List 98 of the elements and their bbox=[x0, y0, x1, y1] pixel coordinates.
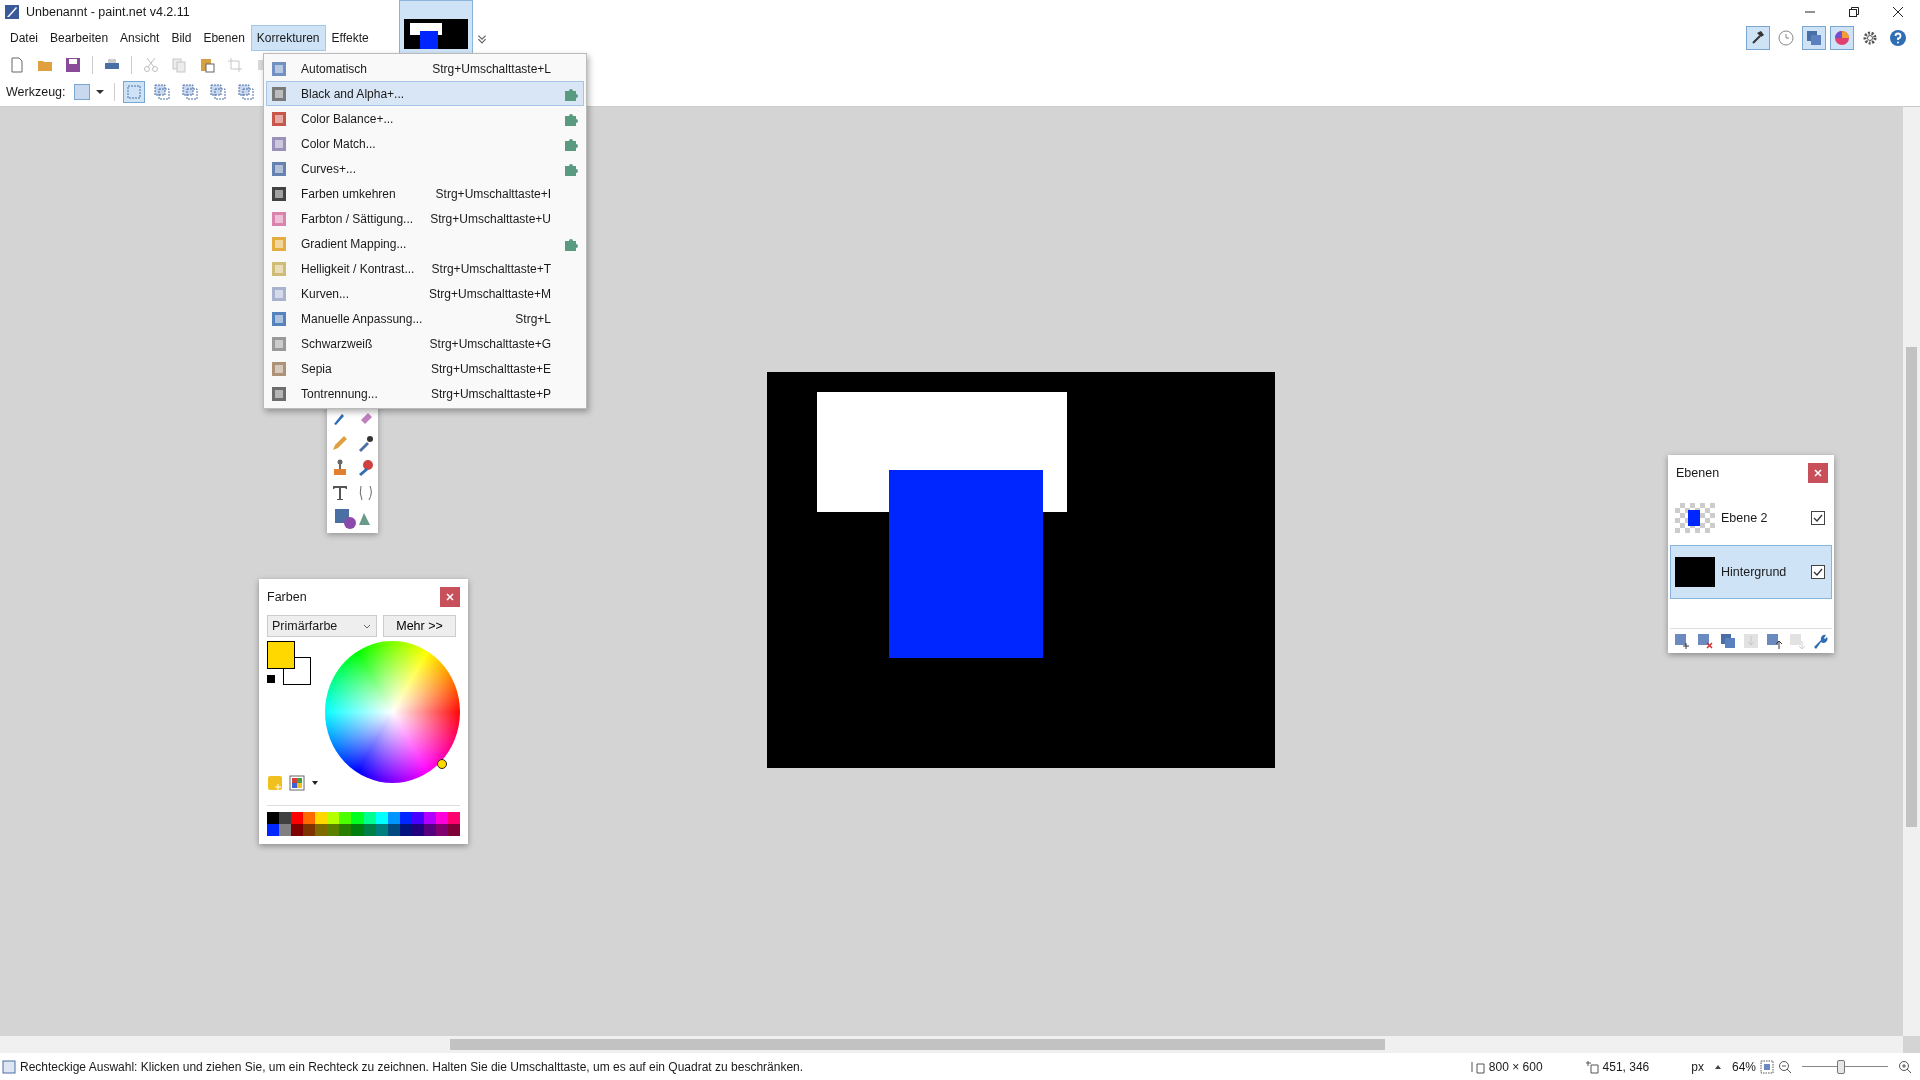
tool-dropdown[interactable] bbox=[71, 82, 106, 102]
menu-entry[interactable]: Color Balance+... bbox=[266, 106, 584, 131]
adjustment-icon bbox=[271, 360, 287, 377]
visibility-checkbox[interactable] bbox=[1811, 565, 1825, 579]
palette-swatch[interactable] bbox=[279, 812, 292, 824]
layer-row[interactable]: Hintergrund bbox=[1670, 545, 1832, 599]
selection-icon bbox=[2, 1059, 16, 1074]
palette-icon[interactable] bbox=[289, 775, 305, 791]
menu-entry[interactable]: Farben umkehren Strg+Umschalttaste+I bbox=[266, 181, 584, 206]
adjustment-icon bbox=[271, 85, 287, 102]
palette-swatch[interactable] bbox=[291, 824, 304, 836]
menu-item[interactable]: Bild bbox=[165, 25, 198, 51]
adjustment-icon bbox=[271, 260, 287, 277]
zoom-value: 64% bbox=[1731, 1059, 1756, 1074]
vertical-scrollbar[interactable] bbox=[1903, 107, 1920, 1036]
app-icon bbox=[4, 4, 20, 20]
window-title: Unbenannt - paint.net v4.2.11 bbox=[26, 5, 190, 19]
menu-entry[interactable]: Schwarzweiß Strg+Umschalttaste+G bbox=[266, 331, 584, 356]
chevron-icon[interactable] bbox=[476, 32, 488, 44]
more-button[interactable]: Mehr >> bbox=[383, 615, 456, 637]
palette-swatch[interactable] bbox=[291, 812, 304, 824]
delete-layer-icon[interactable] bbox=[1696, 633, 1713, 649]
adjustment-icon bbox=[271, 335, 287, 352]
horizontal-scrollbar[interactable] bbox=[0, 1036, 1903, 1053]
duplicate-layer-icon[interactable] bbox=[1719, 633, 1736, 649]
palette-swatch[interactable] bbox=[339, 824, 352, 836]
palette-swatch[interactable] bbox=[303, 812, 316, 824]
menu-entry[interactable]: Tontrennung... Strg+Umschalttaste+P bbox=[266, 381, 584, 406]
unit-selector[interactable]: px bbox=[1691, 1059, 1704, 1074]
menu-entry[interactable]: Gradient Mapping... bbox=[266, 231, 584, 256]
menu-entry[interactable]: Farbton / Sättigung... Strg+Umschalttaste+U bbox=[266, 206, 584, 231]
menu-entry[interactable]: Black and Alpha+... bbox=[266, 81, 584, 106]
palette-swatch[interactable] bbox=[279, 824, 292, 836]
palette-swatch[interactable] bbox=[327, 812, 340, 824]
adjustment-icon bbox=[271, 235, 287, 252]
adjustment-icon bbox=[271, 110, 287, 127]
menu-item[interactable]: Bearbeiten bbox=[44, 25, 115, 51]
menu-entry[interactable]: Manuelle Anpassung... Strg+L bbox=[266, 306, 584, 331]
selection-mode-icon[interactable] bbox=[122, 81, 145, 103]
panel-title: Ebenen bbox=[1676, 466, 1720, 480]
adjustment-icon bbox=[271, 285, 287, 302]
palette-swatch[interactable] bbox=[267, 812, 280, 824]
close-icon[interactable] bbox=[1892, 6, 1904, 18]
menu-entry[interactable]: Curves+... bbox=[266, 156, 584, 181]
adjustment-icon bbox=[271, 310, 287, 327]
menu-entry[interactable]: Sepia Strg+Umschalttaste+E bbox=[266, 356, 584, 381]
menu-entry[interactable]: Color Match... bbox=[266, 131, 584, 156]
menu-item[interactable]: Ansicht bbox=[114, 25, 166, 51]
palette-swatch[interactable] bbox=[327, 824, 340, 836]
adjustment-icon bbox=[271, 160, 287, 177]
menu-entry[interactable]: Automatisch Strg+Umschalttaste+L bbox=[266, 56, 584, 81]
hammer-icon[interactable] bbox=[1746, 26, 1770, 50]
cursor-position-icon bbox=[1584, 1059, 1599, 1074]
layers-icon[interactable] bbox=[1802, 26, 1826, 50]
palette-swatch[interactable] bbox=[315, 812, 328, 824]
adjustment-icon bbox=[271, 185, 287, 202]
menu-entry[interactable]: Helligkeit / Kontrast... Strg+Umschalttaste+T bbox=[266, 256, 584, 281]
zoom-in-icon[interactable] bbox=[1898, 1059, 1912, 1074]
palette-swatch[interactable] bbox=[339, 812, 352, 824]
caret-icon[interactable] bbox=[311, 779, 319, 787]
wrench-icon[interactable] bbox=[1812, 633, 1829, 649]
image-size-icon bbox=[1470, 1059, 1485, 1074]
shapes-icon[interactable] bbox=[332, 507, 373, 529]
menu-item[interactable]: Ebenen bbox=[197, 25, 251, 51]
move-down-icon[interactable] bbox=[1789, 633, 1806, 649]
palette-swatch[interactable] bbox=[315, 824, 328, 836]
adjustment-icon bbox=[271, 210, 287, 227]
adjustment-icon bbox=[271, 135, 287, 152]
status-hint: Rechteckige Auswahl: Klicken und ziehen Sie, um ein Rechteck zu zeichnen. Halten Sie die Umschalttaste, um es auf ein Quadrat zu beschränken. bbox=[20, 1059, 804, 1074]
color-mode-dropdown[interactable]: Primärfarbe bbox=[267, 615, 377, 637]
palette-swatch[interactable] bbox=[351, 824, 364, 836]
adjustment-icon bbox=[271, 385, 287, 402]
zoom-out-icon[interactable] bbox=[1778, 1059, 1792, 1074]
document-thumbnail[interactable] bbox=[399, 0, 473, 54]
menu-entry[interactable]: Kurven... Strg+Umschalttaste+M bbox=[266, 281, 584, 306]
add-color-icon[interactable] bbox=[267, 775, 283, 791]
layer-thumbnail bbox=[1675, 503, 1715, 533]
visibility-checkbox[interactable] bbox=[1811, 511, 1825, 525]
adjustment-icon bbox=[271, 60, 287, 77]
move-up-icon[interactable] bbox=[1766, 633, 1783, 649]
fit-window-icon[interactable] bbox=[1760, 1059, 1774, 1074]
menu-item[interactable]: Datei bbox=[4, 25, 44, 51]
restore-icon[interactable] bbox=[1848, 6, 1860, 18]
panel-title: Farben bbox=[267, 590, 307, 604]
palette-swatch[interactable] bbox=[303, 824, 316, 836]
layer-row[interactable]: Ebene 2 bbox=[1670, 491, 1832, 545]
add-layer-icon[interactable] bbox=[1673, 633, 1690, 649]
image-size: 800 × 600 bbox=[1488, 1059, 1543, 1074]
primary-secondary-swatches[interactable] bbox=[267, 641, 313, 687]
tool-label: Werkzeug: bbox=[6, 85, 66, 99]
layer-thumbnail bbox=[1675, 557, 1715, 587]
menu-item[interactable]: Effekte bbox=[325, 25, 375, 51]
palette-swatch[interactable] bbox=[351, 812, 364, 824]
merge-down-icon[interactable] bbox=[1743, 633, 1759, 649]
palette-swatch[interactable] bbox=[267, 824, 280, 836]
menu-item[interactable]: Korrekturen bbox=[250, 25, 326, 51]
color-wheel-icon[interactable] bbox=[1830, 26, 1854, 50]
cursor-position: 451, 346 bbox=[1602, 1059, 1650, 1074]
